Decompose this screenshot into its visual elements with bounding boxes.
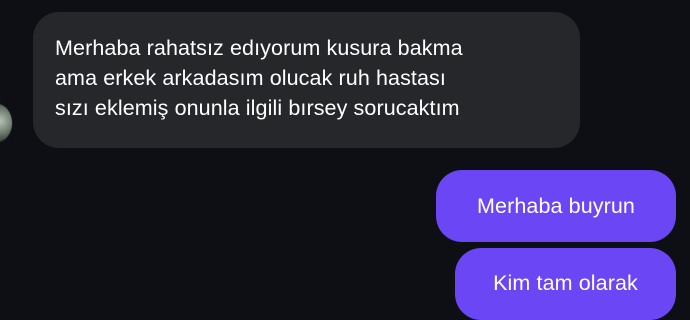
sender-avatar[interactable] xyxy=(0,104,12,142)
sent-message-bubble[interactable]: Merhaba buyrun xyxy=(436,170,676,242)
chat-thread: Merhaba rahatsız edıyorum kusura bakma a… xyxy=(0,0,690,320)
received-message-bubble[interactable]: Merhaba rahatsız edıyorum kusura bakma a… xyxy=(33,12,580,148)
sent-message-bubble[interactable]: Kim tam olarak xyxy=(455,248,676,320)
